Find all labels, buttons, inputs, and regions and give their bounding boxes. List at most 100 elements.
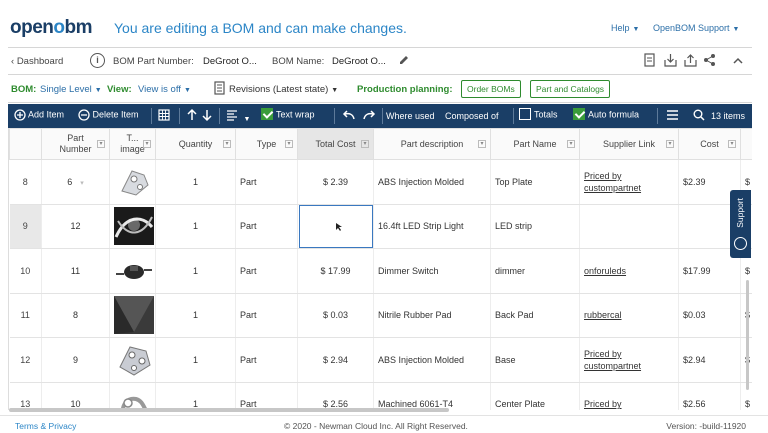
table-row[interactable]: 8 6 ▾ 1 Part $ 2.39 ABS Injection Molded …: [9, 159, 752, 205]
supplier-link-cell[interactable]: rubbercal: [579, 293, 679, 338]
order-boms-button[interactable]: Order BOMs: [461, 80, 521, 98]
table-row[interactable]: 11 8 1 Part $ 0.03 Nitrile Rubber Pad Ba…: [9, 293, 752, 338]
row-number[interactable]: 11: [9, 293, 42, 338]
quantity-cell[interactable]: 1: [155, 337, 236, 383]
move-up-icon[interactable]: [186, 108, 198, 124]
filter-icon[interactable]: ▾: [567, 140, 575, 148]
column-header-part-number[interactable]: Part Number ▾: [41, 128, 110, 160]
upload-icon[interactable]: [684, 53, 697, 70]
row-number[interactable]: 12: [9, 337, 42, 383]
revisions-icon[interactable]: [214, 81, 225, 98]
column-header-part-name[interactable]: Part Name ▾: [490, 128, 580, 160]
column-header-image[interactable]: T... image ▾: [109, 128, 156, 160]
help-menu[interactable]: Help ▼: [611, 23, 639, 33]
add-item-button[interactable]: Add Item: [14, 109, 64, 121]
info-icon[interactable]: i: [90, 53, 105, 68]
openbom-logo[interactable]: openobm: [10, 17, 92, 39]
part-number-cell[interactable]: 8: [41, 293, 110, 338]
search-icon[interactable]: [693, 109, 705, 123]
description-cell[interactable]: Dimmer Switch: [373, 248, 491, 294]
hamburger-menu-icon[interactable]: [666, 109, 679, 123]
download-icon[interactable]: [664, 53, 677, 70]
part-name-cell[interactable]: dimmer: [490, 248, 580, 294]
column-header-supplier-link[interactable]: Supplier Link ▾: [579, 128, 679, 160]
part-number-cell[interactable]: 10: [41, 382, 110, 410]
quantity-cell[interactable]: 1: [155, 204, 236, 249]
total-cost-cell[interactable]: $ 2.56: [297, 382, 374, 410]
table-row[interactable]: 13 10 1 Part $ 2.56 Machined 6061-T4 Cen…: [9, 382, 752, 410]
table-row[interactable]: 10 11 1 Part $ 17.99 Dimmer Switch dimme…: [9, 248, 752, 294]
supplier-link-cell[interactable]: Priced by custompartnet: [579, 159, 679, 205]
supplier-link-cell[interactable]: Priced by custompartnet: [579, 337, 679, 383]
type-cell[interactable]: Part: [235, 159, 298, 205]
cost-cell[interactable]: $2.56: [678, 382, 741, 410]
description-cell[interactable]: Nitrile Rubber Pad: [373, 293, 491, 338]
revisions-dropdown[interactable]: Revisions (Latest state) ▼: [229, 84, 338, 95]
share-icon[interactable]: [703, 53, 716, 70]
composed-of-button[interactable]: Composed of: [445, 111, 499, 121]
align-menu[interactable]: ▼: [226, 109, 250, 123]
bom-type-dropdown[interactable]: Single Level ▼: [40, 84, 102, 95]
column-header-quantity[interactable]: Quantity ▾: [155, 128, 236, 160]
description-cell[interactable]: ABS Injection Molded: [373, 159, 491, 205]
bom-name-value[interactable]: DeGroot O...: [332, 56, 386, 67]
terms-privacy-link[interactable]: Terms & Privacy: [15, 421, 76, 431]
description-cell[interactable]: Machined 6061-T4: [373, 382, 491, 410]
part-number-cell[interactable]: 12: [41, 204, 110, 249]
auto-formula-toggle[interactable]: Auto formula: [573, 108, 639, 121]
redo-icon[interactable]: [363, 110, 376, 123]
filter-icon[interactable]: ▾: [143, 140, 151, 148]
table-row[interactable]: 12 9 1 Part $ 2.94 ABS Injection Molded …: [9, 337, 752, 383]
total-cost-cell[interactable]: $ 0.03: [297, 293, 374, 338]
total-cost-cell[interactable]: $ 2.39: [297, 159, 374, 205]
part-number-cell[interactable]: 11: [41, 248, 110, 294]
thumbnail-cell[interactable]: [109, 382, 156, 410]
part-and-catalogs-button[interactable]: Part and Catalogs: [530, 80, 611, 98]
vertical-scrollbar[interactable]: [746, 280, 749, 390]
quantity-cell[interactable]: 1: [155, 382, 236, 410]
supplier-link-cell[interactable]: [579, 204, 679, 249]
thumbnail-cell[interactable]: [109, 337, 156, 383]
row-number[interactable]: 8: [9, 159, 42, 205]
thumbnail-cell[interactable]: [109, 293, 156, 338]
cost-cell[interactable]: $0.03: [678, 293, 741, 338]
part-name-cell[interactable]: Center Plate: [490, 382, 580, 410]
undo-icon[interactable]: [342, 110, 355, 123]
total-cost-cell[interactable]: $ 17.99: [297, 248, 374, 294]
part-name-cell[interactable]: LED strip: [490, 204, 580, 249]
filter-icon[interactable]: ▾: [97, 140, 105, 148]
thumbnail-cell[interactable]: [109, 204, 156, 249]
supplier-link-cell[interactable]: onforuleds: [579, 248, 679, 294]
where-used-button[interactable]: Where used: [386, 111, 435, 121]
supplier-link-cell[interactable]: Priced by: [579, 382, 679, 410]
description-cell[interactable]: ABS Injection Molded: [373, 337, 491, 383]
horizontal-scrollbar[interactable]: [9, 408, 449, 412]
type-cell[interactable]: Part: [235, 337, 298, 383]
part-name-cell[interactable]: Back Pad: [490, 293, 580, 338]
delete-item-button[interactable]: Delete Item: [78, 109, 139, 121]
quantity-cell[interactable]: 1: [155, 159, 236, 205]
type-cell[interactable]: Part: [235, 204, 298, 249]
pencil-icon[interactable]: [398, 54, 410, 69]
filter-icon[interactable]: ▾: [361, 140, 369, 148]
grid-view-icon[interactable]: [158, 109, 170, 123]
openbom-support-menu[interactable]: OpenBOM Support ▼: [653, 23, 739, 33]
filter-icon[interactable]: ▾: [666, 140, 674, 148]
view-dropdown[interactable]: View is off ▼: [138, 84, 191, 95]
part-name-cell[interactable]: Base: [490, 337, 580, 383]
description-cell[interactable]: 16.4ft LED Strip Light: [373, 204, 491, 249]
row-number[interactable]: 9: [9, 204, 42, 249]
text-wrap-toggle[interactable]: Text wrap: [261, 108, 315, 121]
column-header-type[interactable]: Type ▾: [235, 128, 298, 160]
bom-part-number-value[interactable]: DeGroot O...: [203, 56, 257, 67]
thumbnail-cell[interactable]: [109, 159, 156, 205]
totals-toggle[interactable]: Totals: [519, 108, 558, 121]
type-cell[interactable]: Part: [235, 248, 298, 294]
filter-icon[interactable]: ▾: [285, 140, 293, 148]
part-number-cell[interactable]: 9: [41, 337, 110, 383]
part-number-cell[interactable]: 6 ▾: [41, 159, 110, 205]
filter-icon[interactable]: ▾: [728, 140, 736, 148]
chevron-up-icon[interactable]: [732, 54, 744, 69]
column-header-cost[interactable]: Cost ▾: [678, 128, 741, 160]
quantity-cell[interactable]: 1: [155, 248, 236, 294]
